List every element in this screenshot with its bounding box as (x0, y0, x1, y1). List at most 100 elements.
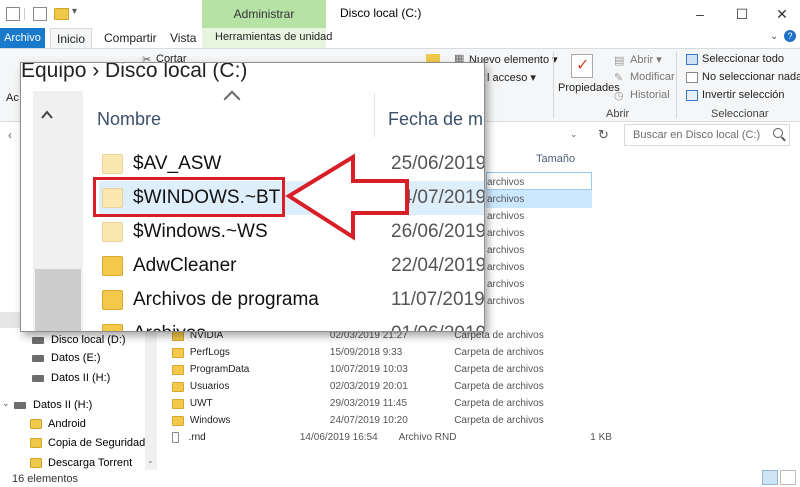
nav-label: Datos (E:) (51, 352, 101, 364)
type-cell: archivos (487, 194, 525, 205)
easy-access-button[interactable]: l acceso ▾ (487, 71, 536, 84)
large-icons-view-button[interactable] (780, 470, 796, 485)
properties-icon[interactable]: ✓ (571, 54, 593, 78)
properties-check-icon[interactable] (33, 7, 47, 21)
nav-label: Datos II (H:) (51, 372, 111, 384)
divider (24, 8, 25, 20)
zoom-row-name: Archivos (133, 323, 391, 331)
nav-item-disco-d[interactable]: Disco local (D:) (32, 334, 126, 346)
ribbon-truncated-label: Ac (6, 92, 19, 104)
row-name: .rnd (188, 432, 206, 443)
select-none-button[interactable]: No seleccionar nada (702, 71, 800, 83)
help-icon[interactable]: ? (784, 30, 796, 42)
context-subtab-label: Herramientas de unidad (215, 31, 333, 43)
column-divider (374, 93, 375, 137)
row-name: PerfLogs (189, 347, 230, 358)
type-cell: archivos (487, 245, 525, 256)
nav-item-copia[interactable]: Copia de Seguridad (30, 437, 145, 449)
history-button[interactable]: Historial (630, 89, 670, 101)
type-cell: archivos (487, 228, 525, 239)
divider (553, 52, 554, 118)
row-date: 02/03/2019 20:01 (329, 381, 408, 392)
select-all-button[interactable]: Seleccionar todo (702, 53, 784, 65)
folder-icon (102, 290, 123, 310)
nav-item-descarga[interactable]: Descarga Torrent (30, 457, 132, 469)
file-icon (172, 432, 180, 443)
scroll-down-icon[interactable]: ⌄ (147, 456, 154, 465)
nav-scrollbar[interactable] (145, 322, 157, 470)
row-name: Usuarios (189, 381, 230, 392)
row-date: 24/07/2019 10:20 (329, 415, 408, 426)
refresh-icon[interactable]: ↻ (598, 127, 609, 143)
tab-archivo[interactable]: Archivo (0, 28, 45, 48)
list-item[interactable]: AdwCleaner 22/04/2019 (99, 249, 484, 283)
row-type: Carpeta de archivos (454, 398, 544, 409)
column-header-date[interactable]: Fecha de m (388, 109, 483, 130)
close-button[interactable]: ✕ (762, 2, 800, 26)
nav-label: Copia de Seguridad (48, 437, 146, 449)
select-all-icon (686, 54, 698, 65)
row-type: Carpeta de archivos (454, 364, 544, 375)
qat-chevron-down-icon[interactable]: ▾ (72, 6, 77, 17)
folder-icon (30, 458, 42, 468)
back-arrow-icon[interactable]: ‹ (8, 128, 12, 142)
details-view-button[interactable] (762, 470, 778, 485)
nav-item-datos-h-root[interactable]: ⌄ Datos II (H:) (2, 398, 92, 411)
tab-inicio[interactable]: Inicio (50, 28, 93, 48)
column-header-name[interactable]: Nombre (97, 109, 161, 130)
list-item[interactable]: ProgramData 10/07/2019 10:03 Carpeta de … (172, 361, 612, 378)
breadcrumb: Equipo › Disco local (C:) (21, 62, 248, 82)
folder-icon (172, 398, 184, 409)
list-item[interactable]: Windows 24/07/2019 10:20 Carpeta de arch… (172, 412, 612, 429)
zoom-scrollbar-thumb[interactable] (35, 269, 81, 331)
history-icon: ◷ (614, 90, 624, 102)
zoom-row-date: 01/06/2019 (391, 323, 484, 331)
folder-icon (172, 415, 184, 426)
list-item[interactable]: PerfLogs 15/09/2018 9:33 Carpeta de arch… (172, 344, 612, 361)
open-button[interactable]: Abrir ▾ (630, 53, 662, 66)
scroll-up-icon[interactable] (41, 109, 53, 121)
column-header-size[interactable]: Tamaño (536, 153, 575, 165)
nav-item-android[interactable]: Android (30, 418, 86, 430)
properties-button[interactable]: Propiedades (558, 82, 620, 94)
tab-compartir[interactable]: Compartir (98, 28, 163, 48)
nav-label: Android (48, 418, 86, 430)
row-date: 10/07/2019 10:03 (329, 364, 408, 375)
drive-icon (32, 374, 44, 382)
folder-icon (30, 438, 42, 448)
list-item[interactable]: Archivos de programa 11/07/2019 (99, 283, 485, 317)
search-input[interactable]: Buscar en Disco local (C:) (624, 124, 790, 146)
minimize-button[interactable]: – (680, 2, 720, 26)
invert-selection-button[interactable]: Invertir selección (702, 89, 785, 101)
folder-icon (172, 330, 184, 341)
list-item[interactable]: Archivos 01/06/2019 (99, 317, 484, 331)
folder-icon (102, 324, 123, 331)
zoom-row-name: AdwCleaner (133, 255, 237, 276)
list-item[interactable]: Usuarios 02/03/2019 20:01 Carpeta de arc… (172, 378, 612, 395)
open-icon: ▤ (614, 55, 625, 67)
nav-item-datos-h[interactable]: Datos II (H:) (32, 372, 110, 384)
select-none-icon (686, 72, 698, 83)
context-tab-label: Administrar (233, 7, 295, 21)
folder-icon (30, 419, 42, 429)
sort-ascending-icon (223, 90, 241, 108)
ribbon-collapse-icon[interactable]: ⌄ (770, 31, 778, 42)
tab-vista[interactable]: Vista (164, 28, 202, 48)
row-type: Archivo RND (398, 432, 457, 443)
nav-item-datos-e[interactable]: Datos (E:) (32, 352, 101, 364)
edit-button[interactable]: Modificar (630, 71, 675, 83)
list-item[interactable]: UWT 29/03/2019 11:45 Carpeta de archivos (172, 395, 612, 412)
type-cell: archivos (487, 262, 525, 273)
address-dropdown-icon[interactable]: ⌄ (570, 129, 578, 140)
explorer-icon[interactable] (6, 7, 20, 21)
row-type: Carpeta de archivos (454, 381, 544, 392)
folder-icon (172, 364, 184, 375)
new-folder-icon[interactable] (54, 8, 69, 20)
type-cell: archivos (487, 211, 525, 222)
list-item[interactable]: .rnd 14/06/2019 16:54 Archivo RND 1 KB (172, 429, 612, 446)
context-tab-administrar[interactable]: Administrar (202, 0, 326, 28)
zoom-row-date: 11/07/2019 (391, 289, 485, 310)
maximize-button[interactable]: ☐ (722, 2, 762, 26)
context-subtab[interactable]: Herramientas de unidad (202, 28, 332, 48)
folder-icon (102, 154, 123, 174)
